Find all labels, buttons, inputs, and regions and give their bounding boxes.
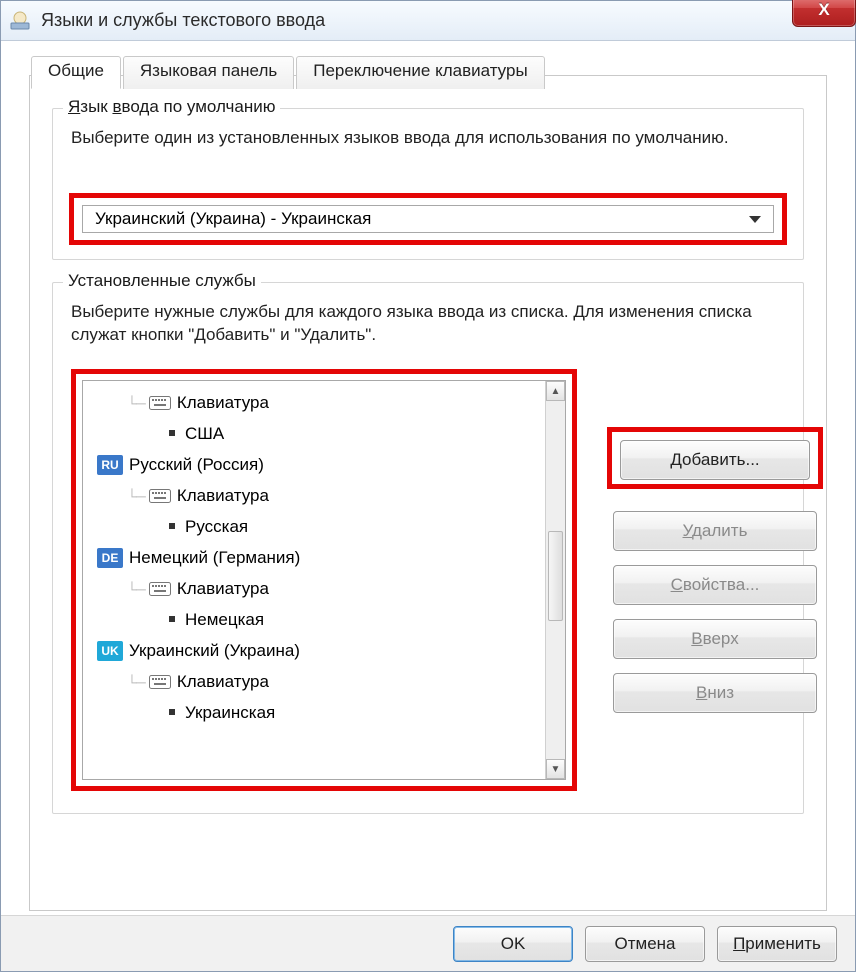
services-tree-container: └─ Клавиатура США [82,380,566,780]
add-placeholder [613,435,817,497]
window-title: Языки и службы текстового ввода [41,10,325,31]
tree-language-node[interactable]: UK Украинский (Украина) [87,635,543,666]
group-desc: Выберите нужные службы для каждого языка… [71,301,785,347]
tree-connector-icon: └─ [127,581,145,597]
tree-label: Клавиатура [177,486,269,506]
app-icon [9,10,31,32]
tree-keyboard-node[interactable]: └─ Клавиатура [87,573,543,604]
tree-label: Клавиатура [177,393,269,413]
remove-button[interactable]: Удалить [613,511,817,551]
tree-layout-node[interactable]: Украинская [87,697,543,728]
bullet-icon [169,523,175,529]
tree-layout-node[interactable]: Немецкая [87,604,543,635]
dialog-window: Языки и службы текстового ввода X Общие … [0,0,856,972]
bullet-icon [169,709,175,715]
dialog-button-bar: OK Отмена Применить [1,915,855,971]
chevron-down-icon [749,216,761,223]
move-down-button[interactable]: Вниз [613,673,817,713]
tree-layout-node[interactable]: Русская [87,511,543,542]
client-area: Общие Языковая панель Переключение клави… [9,49,847,911]
lang-badge-de-icon: DE [97,548,123,568]
tree-label: Немецкий (Германия) [129,548,300,568]
group-installed-services: Установленные службы Выберите нужные слу… [52,282,804,814]
cancel-button[interactable]: Отмена [585,926,705,962]
close-button[interactable]: X [792,0,856,27]
move-up-button[interactable]: Вверх [613,619,817,659]
tree-label: Клавиатура [177,579,269,599]
apply-button[interactable]: Применить [717,926,837,962]
tree-layout-node[interactable]: США [87,418,543,449]
lang-badge-ru-icon: RU [97,455,123,475]
scroll-up-button[interactable]: ▲ [546,381,565,401]
tree-scrollbar[interactable]: ▲ ▼ [545,381,565,779]
scroll-down-button[interactable]: ▼ [546,759,565,779]
tree-keyboard-node[interactable]: └─ Клавиатура [87,480,543,511]
tab-strip: Общие Языковая панель Переключение клави… [31,55,547,88]
services-tree[interactable]: └─ Клавиатура США [83,381,545,779]
scroll-thumb[interactable] [548,531,563,621]
group-legend: Установленные службы [63,271,261,291]
tree-label: Русский (Россия) [129,455,264,475]
tree-label: Русская [185,517,248,537]
tree-label: США [185,424,224,444]
button-label: OK [501,934,526,954]
close-icon: X [818,0,829,20]
tab-panel: Язык ввода по умолчанию Выберите один из… [29,75,827,911]
tree-language-node[interactable]: RU Русский (Россия) [87,449,543,480]
tab-language-panel[interactable]: Языковая панель [123,56,294,89]
combo-value: Украинский (Украина) - Украинская [95,209,371,229]
group-legend: Язык ввода по умолчанию [63,97,280,117]
tab-label: Языковая панель [140,61,277,80]
highlight-combo: Украинский (Украина) - Украинская [69,193,787,245]
tree-language-node[interactable]: DE Немецкий (Германия) [87,542,543,573]
properties-button[interactable]: Свойства... [613,565,817,605]
titlebar: Языки и службы текстового ввода X [1,1,855,41]
keyboard-icon [149,582,171,596]
default-language-combo[interactable]: Украинский (Украина) - Украинская [82,205,774,233]
tab-label: Общие [48,61,104,80]
tree-connector-icon: └─ [127,674,145,690]
keyboard-icon [149,489,171,503]
side-button-column: Удалить Свойства... Вверх Вниз [613,435,817,713]
group-desc: Выберите один из установленных языков вв… [71,127,785,150]
group-default-language: Язык ввода по умолчанию Выберите один из… [52,108,804,260]
tree-label: Клавиатура [177,672,269,692]
button-label: Отмена [615,934,676,954]
tree-keyboard-node[interactable]: └─ Клавиатура [87,666,543,697]
tree-connector-icon: └─ [127,488,145,504]
tab-general[interactable]: Общие [31,56,121,89]
highlight-tree: └─ Клавиатура США [71,369,577,791]
tab-keyboard-switch[interactable]: Переключение клавиатуры [296,56,544,89]
tree-connector-icon: └─ [127,395,145,411]
ok-button[interactable]: OK [453,926,573,962]
tree-keyboard-node[interactable]: └─ Клавиатура [87,387,543,418]
keyboard-icon [149,396,171,410]
keyboard-icon [149,675,171,689]
tree-label: Немецкая [185,610,264,630]
tree-label: Украинский (Украина) [129,641,300,661]
lang-badge-uk-icon: UK [97,641,123,661]
bullet-icon [169,430,175,436]
tab-label: Переключение клавиатуры [313,61,527,80]
tree-label: Украинская [185,703,275,723]
bullet-icon [169,616,175,622]
